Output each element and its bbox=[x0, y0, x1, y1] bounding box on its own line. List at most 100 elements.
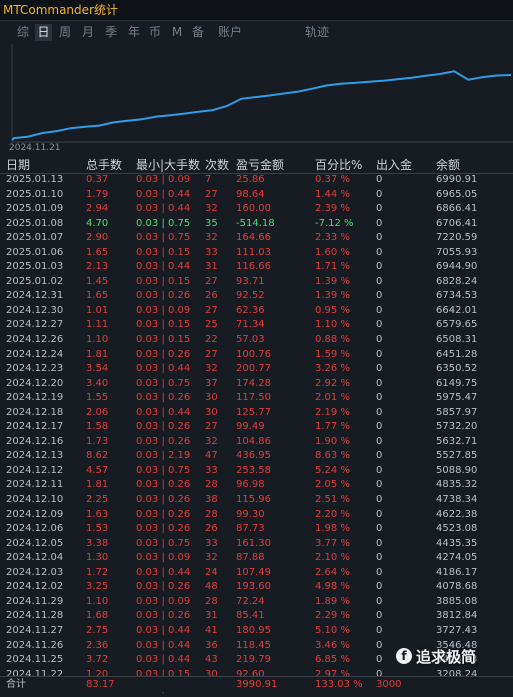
cell-pct: 1.90 % bbox=[315, 435, 350, 447]
cell-lots: 2.75 bbox=[86, 624, 109, 636]
table-row[interactable]: 2024.12.03 1.72 0.03 | 0.44 24 107.49 2.64 % 0… bbox=[0, 566, 513, 581]
cell-minmax: 0.03 | 0.15 bbox=[136, 275, 191, 287]
cell-balance: 6990.91 bbox=[436, 174, 478, 185]
table-row[interactable]: 2025.01.03 2.13 0.03 | 0.44 31 116.66 1.71 % 0… bbox=[0, 260, 513, 275]
cell-balance: 6706.41 bbox=[436, 217, 478, 229]
tab-week[interactable]: 周 bbox=[57, 24, 73, 41]
cell-balance: 7055.93 bbox=[436, 246, 478, 258]
cell-pct: 2.64 % bbox=[315, 566, 350, 578]
table-row[interactable]: 2024.12.23 3.54 0.03 | 0.44 32 200.77 3.26 % 0… bbox=[0, 362, 513, 377]
cell-deposit: 0 bbox=[376, 479, 383, 491]
cell-pct: 5.24 % bbox=[315, 464, 350, 476]
cell-lots: 1.68 bbox=[86, 610, 109, 622]
cell-balance: 6451.28 bbox=[436, 348, 478, 360]
tab-magic[interactable]: M bbox=[170, 24, 184, 41]
cell-balance: 5857.97 bbox=[436, 406, 478, 418]
balance-chart-svg bbox=[11, 44, 513, 143]
table-row[interactable]: 2024.12.24 1.81 0.03 | 0.26 27 100.76 1.59 % 0… bbox=[0, 348, 513, 363]
cell-count: 24 bbox=[205, 566, 218, 578]
col-balance[interactable]: 余额 bbox=[436, 158, 460, 172]
col-count[interactable]: 次数 bbox=[205, 158, 229, 172]
table-row[interactable]: 2024.11.27 2.75 0.03 | 0.44 41 180.95 5.10 % 0… bbox=[0, 624, 513, 639]
table-row[interactable]: 2025.01.02 1.45 0.03 | 0.15 27 93.71 1.39 % 0 6… bbox=[0, 275, 513, 290]
table-row[interactable]: 2024.12.26 1.10 0.03 | 0.15 22 57.03 0.88 % 0 6… bbox=[0, 333, 513, 348]
cell-deposit: 0 bbox=[376, 566, 383, 578]
cell-balance: 4835.32 bbox=[436, 479, 478, 491]
table-row[interactable]: 2024.12.11 1.81 0.03 | 0.26 28 96.98 2.05 % 0 4… bbox=[0, 478, 513, 493]
cell-balance: 3812.84 bbox=[436, 610, 478, 622]
table-row[interactable]: 2024.12.10 2.25 0.03 | 0.26 38 115.96 2.51 % 0… bbox=[0, 493, 513, 508]
cell-pct: 1.59 % bbox=[315, 348, 350, 360]
table-row[interactable]: 2024.12.12 4.57 0.03 | 0.75 33 253.58 5.24 % 0… bbox=[0, 464, 513, 479]
table-row[interactable]: 2024.12.31 1.65 0.03 | 0.26 26 92.52 1.39 % 0 6… bbox=[0, 289, 513, 304]
table-row[interactable]: 2024.12.20 3.40 0.03 | 0.75 37 174.28 2.92 % 0… bbox=[0, 377, 513, 392]
table-row[interactable]: 2024.12.17 1.58 0.03 | 0.26 27 99.49 1.77 % 0 5… bbox=[0, 420, 513, 435]
cell-pct: 1.89 % bbox=[315, 595, 350, 607]
cell-date: 2024.11.25 bbox=[6, 654, 64, 666]
col-deposit[interactable]: 出入金 bbox=[376, 158, 412, 172]
col-date[interactable]: 日期 bbox=[6, 158, 30, 172]
table-row[interactable]: 2024.12.05 3.38 0.03 | 0.75 33 161.30 3.77 % 0… bbox=[0, 537, 513, 552]
cell-balance: 5732.20 bbox=[436, 421, 478, 433]
table-row[interactable]: 2024.12.13 8.62 0.03 | 2.19 47 436.95 8.63 % 0… bbox=[0, 449, 513, 464]
table-row[interactable]: 2024.12.30 1.01 0.03 | 0.09 27 62.36 0.95 % 0 6… bbox=[0, 304, 513, 319]
cell-lots: 1.11 bbox=[86, 319, 109, 331]
cell-lots: 4.57 bbox=[86, 464, 109, 476]
cell-minmax: 0.03 | 0.44 bbox=[136, 406, 191, 418]
cell-minmax: 0.03 | 0.44 bbox=[136, 203, 191, 215]
cell-balance: 6350.52 bbox=[436, 363, 478, 375]
tab-summary[interactable]: 综 bbox=[15, 24, 31, 41]
cell-lots: 1.65 bbox=[86, 246, 109, 258]
tab-quarter[interactable]: 季 bbox=[103, 24, 119, 41]
tab-year[interactable]: 年 bbox=[126, 24, 142, 41]
cell-balance: 5088.90 bbox=[436, 464, 478, 476]
table-row[interactable]: 2025.01.13 0.37 0.03 | 0.09 7 25.86 0.37 % 0 69… bbox=[0, 173, 513, 188]
table-row[interactable]: 2024.12.19 1.55 0.03 | 0.26 30 117.50 2.01 % 0… bbox=[0, 391, 513, 406]
cell-pl: 115.96 bbox=[236, 494, 271, 506]
cell-deposit: 0 bbox=[376, 290, 383, 302]
cell-lots: 1.79 bbox=[86, 188, 109, 200]
total-deposit: 3000 bbox=[376, 679, 402, 690]
table-row[interactable]: 2024.12.27 1.11 0.03 | 0.15 25 71.34 1.10 % 0 6… bbox=[0, 318, 513, 333]
table-row[interactable]: 2024.12.02 3.25 0.03 | 0.26 48 193.60 4.98 % 0… bbox=[0, 580, 513, 595]
table-row[interactable]: 2024.12.18 2.06 0.03 | 0.44 30 125.77 2.19 % 0… bbox=[0, 406, 513, 421]
tab-account[interactable]: 账户 bbox=[216, 24, 244, 41]
cell-count: 41 bbox=[205, 624, 218, 636]
table-row[interactable]: 2024.12.04 1.30 0.03 | 0.09 32 87.88 2.10 % 0 4… bbox=[0, 551, 513, 566]
table-row[interactable]: 2025.01.06 1.65 0.03 | 0.15 33 111.03 1.60 % 0… bbox=[0, 246, 513, 261]
cell-deposit: 0 bbox=[376, 435, 383, 447]
table-row[interactable]: 2024.12.09 1.63 0.03 | 0.26 28 99.30 2.20 % 0 4… bbox=[0, 508, 513, 523]
tab-note[interactable]: 备 bbox=[190, 24, 206, 41]
cell-date: 2024.12.10 bbox=[6, 494, 64, 506]
cell-pl: 193.60 bbox=[236, 581, 271, 593]
table-row[interactable]: 2025.01.10 1.79 0.03 | 0.44 27 98.64 1.44 % 0 6… bbox=[0, 188, 513, 203]
table-row[interactable]: 2025.01.07 2.90 0.03 | 0.75 32 164.66 2.33 % 0… bbox=[0, 231, 513, 246]
table-row[interactable]: 2024.11.28 1.68 0.03 | 0.26 31 85.41 2.29 % 0 3… bbox=[0, 609, 513, 624]
col-pct[interactable]: 百分比% bbox=[315, 158, 362, 172]
col-lots[interactable]: 总手数 bbox=[86, 158, 122, 172]
tab-day[interactable]: 日 bbox=[35, 24, 52, 41]
cell-balance: 6734.53 bbox=[436, 290, 478, 302]
cell-count: 7 bbox=[205, 174, 212, 185]
col-minmax[interactable]: 最小|大手数 bbox=[136, 158, 200, 172]
table-row[interactable]: 2025.01.09 2.94 0.03 | 0.44 32 160.00 2.39 % 0… bbox=[0, 202, 513, 217]
cell-date: 2024.12.23 bbox=[6, 363, 64, 375]
cell-pl: -514.18 bbox=[236, 217, 275, 229]
col-pl[interactable]: 盈亏金额 bbox=[236, 158, 284, 172]
cell-minmax: 0.03 | 0.26 bbox=[136, 479, 191, 491]
cell-date: 2025.01.13 bbox=[6, 174, 64, 185]
tab-currency[interactable]: 币 bbox=[147, 24, 163, 41]
table-row[interactable]: 2025.01.08 4.70 0.03 | 0.75 35 -514.18 -7.12 … bbox=[0, 217, 513, 232]
cell-count: 33 bbox=[205, 246, 218, 258]
table-row[interactable]: 2024.11.29 1.10 0.03 | 0.09 28 72.24 1.89 % 0 3… bbox=[0, 595, 513, 610]
cell-date: 2024.12.09 bbox=[6, 508, 64, 520]
tab-month[interactable]: 月 bbox=[80, 24, 96, 41]
table-row[interactable]: 2024.12.06 1.53 0.03 | 0.26 26 87.73 1.98 % 0 4… bbox=[0, 522, 513, 537]
cell-pl: 125.77 bbox=[236, 406, 271, 418]
table-row[interactable]: 2024.12.16 1.73 0.03 | 0.26 32 104.86 1.90 % 0… bbox=[0, 435, 513, 450]
cell-deposit: 0 bbox=[376, 464, 383, 476]
cell-date: 2024.12.12 bbox=[6, 464, 64, 476]
tab-trace[interactable]: 轨迹 bbox=[303, 24, 331, 41]
cell-minmax: 0.03 | 0.75 bbox=[136, 464, 191, 476]
cell-minmax: 0.03 | 0.26 bbox=[136, 494, 191, 506]
